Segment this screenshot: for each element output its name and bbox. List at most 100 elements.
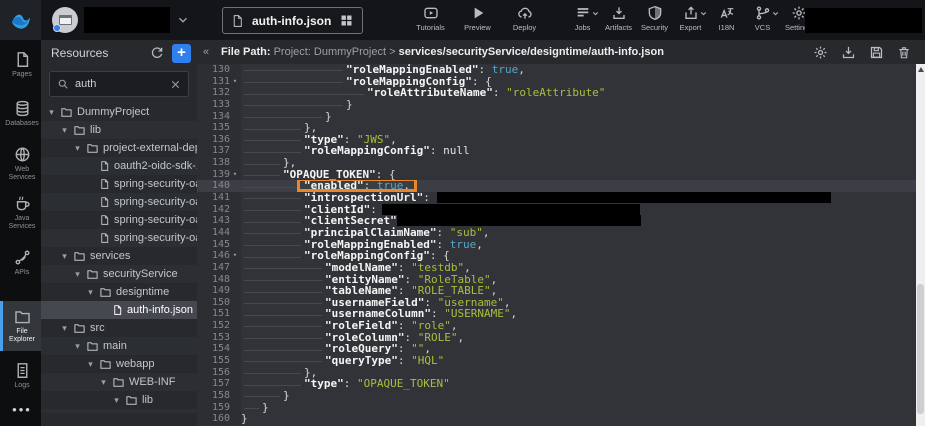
tree-expand-caret[interactable]: ▾ [60, 323, 69, 334]
code-line-130[interactable]: 130"roleMappingEnabled": true, [197, 64, 916, 76]
clear-search-button[interactable] [170, 79, 181, 90]
code-line-160[interactable]: 160} [197, 413, 916, 425]
code-line-131[interactable]: 131▾"roleMappingConfig": { [197, 76, 916, 88]
code-line-148[interactable]: 148"entityName": "RoleTable", [197, 274, 916, 286]
toolbar-button-security[interactable]: Security [638, 4, 671, 32]
tree-expand-caret[interactable]: ▾ [73, 269, 82, 280]
tree-item-spring-security-oaut[interactable]: spring-security-oaut [41, 175, 197, 193]
tree-item-spring-security-oaut[interactable]: spring-security-oaut [41, 193, 197, 211]
code-line-136[interactable]: 136"type": "JWS", [197, 134, 916, 146]
tree-item-services[interactable]: ▾services [41, 247, 197, 265]
grid-layout-icon[interactable] [339, 13, 354, 28]
code-line-134[interactable]: 134} [197, 111, 916, 123]
toolbar-button-preview[interactable]: Preview [461, 4, 494, 32]
rail-item-databases[interactable]: Databases [0, 89, 41, 138]
rail-item-logs[interactable]: Logs [0, 351, 41, 400]
code-line-145[interactable]: 145"roleMappingEnabled": true, [197, 239, 916, 251]
rail-item-pages[interactable]: Pages [0, 40, 41, 89]
code-text: } [241, 402, 269, 414]
rail-item-more[interactable]: ••• [0, 400, 41, 426]
line-gutter: 130 [197, 64, 241, 76]
app-logo[interactable] [0, 0, 41, 40]
rail-item-java-services[interactable]: Java Services [0, 188, 41, 237]
add-resource-button[interactable]: + [172, 44, 191, 63]
toolbar-button-jobs[interactable]: Jobs [566, 4, 599, 32]
tree-item-auth-info-json[interactable]: auth-info.json [41, 301, 197, 319]
rail-item-apis[interactable]: APIs [0, 238, 41, 287]
delete-file-button[interactable] [897, 45, 911, 60]
collapse-panel-button[interactable]: « [199, 43, 213, 61]
tree-expand-caret[interactable]: ▾ [112, 395, 121, 406]
code-line-154[interactable]: 154"roleQuery": "", [197, 343, 916, 355]
project-selector[interactable] [52, 5, 190, 35]
code-line-159[interactable]: 159} [197, 402, 916, 414]
tree-item-designtime[interactable]: ▾designtime [41, 283, 197, 301]
code-line-137[interactable]: 137"roleMappingConfig": null [197, 145, 916, 157]
rail-item-file-explorer[interactable]: File Explorer [0, 301, 41, 350]
code-line-141[interactable]: 141"introspectionUrl": [197, 192, 916, 204]
fold-caret-icon[interactable]: ▾ [231, 250, 239, 262]
code-line-135[interactable]: 135}, [197, 122, 916, 134]
code-line-153[interactable]: 153"roleColumn": "ROLE", [197, 332, 916, 344]
toolbar-button-artifacts[interactable]: Artifacts [602, 4, 635, 32]
tree-item-lib[interactable]: ▾lib [41, 391, 197, 409]
tree-expand-caret[interactable]: ▾ [60, 251, 69, 262]
tree-item-spring-security-oaut[interactable]: spring-security-oaut [41, 229, 197, 247]
tree-item-securityservice[interactable]: ▾securityService [41, 265, 197, 283]
refresh-button[interactable] [150, 46, 164, 60]
code-line-155[interactable]: 155"queryType": "HQL" [197, 355, 916, 367]
code-line-146[interactable]: 146▾"roleMappingConfig": { [197, 250, 916, 262]
code-line-140[interactable]: 140"enabled": true, [197, 180, 916, 192]
tree-item-main[interactable]: ▾main [41, 337, 197, 355]
tree-expand-caret[interactable]: ▾ [73, 341, 82, 352]
search-input[interactable] [75, 78, 164, 90]
tree-item-spring-security-oaut[interactable]: spring-security-oaut [41, 211, 197, 229]
tree-item-lib[interactable]: ▾lib [41, 121, 197, 139]
database-icon [14, 100, 31, 117]
download-file-button[interactable] [841, 45, 856, 60]
code-line-139[interactable]: 139▾"OPAQUE_TOKEN": { [197, 169, 916, 181]
tree-item-project-external-depend[interactable]: ▾project-external-depend [41, 139, 197, 157]
code-line-143[interactable]: 143"clientSecret": [197, 215, 916, 227]
code-line-142[interactable]: 142"clientId": [197, 204, 916, 216]
tree-item-dummyproject[interactable]: ▾DummyProject [41, 103, 197, 121]
tree-item-web-inf[interactable]: ▾WEB-INF [41, 373, 197, 391]
scroll-up-arrow-icon[interactable] [918, 67, 924, 72]
editor-scrollbar[interactable] [916, 64, 925, 426]
file-settings-button[interactable] [813, 45, 828, 60]
tree-expand-caret[interactable]: ▾ [86, 359, 95, 370]
open-file-tab[interactable]: auth-info.json [222, 7, 363, 34]
code-line-144[interactable]: 144"principalClaimName": "sub", [197, 227, 916, 239]
tree-item-oauth2-oidc-sdk-10[interactable]: oauth2-oidc-sdk-10 [41, 157, 197, 175]
fold-caret-icon[interactable]: ▾ [231, 76, 239, 88]
code-line-150[interactable]: 150"usernameField": "username", [197, 297, 916, 309]
code-line-151[interactable]: 151"usernameColumn": "USERNAME", [197, 308, 916, 320]
tree-expand-caret[interactable]: ▾ [86, 287, 95, 298]
code-line-158[interactable]: 158} [197, 390, 916, 402]
tree-item-webapp[interactable]: ▾webapp [41, 355, 197, 373]
tree-item-src[interactable]: ▾src [41, 319, 197, 337]
code-line-149[interactable]: 149"tableName": "ROLE_TABLE", [197, 285, 916, 297]
scrollbar-thumb[interactable] [917, 284, 924, 414]
toolbar-button-vcs[interactable]: VCS [746, 4, 779, 32]
code-line-147[interactable]: 147"modelName": "testdb", [197, 262, 916, 274]
code-line-132[interactable]: 132"roleAttributeName": "roleAttribute" [197, 87, 916, 99]
save-file-button[interactable] [869, 45, 884, 60]
code-line-156[interactable]: 156}, [197, 367, 916, 379]
fold-caret-icon[interactable]: ▾ [231, 169, 239, 181]
tree-expand-caret[interactable]: ▾ [73, 143, 82, 154]
rail-item-web-services[interactable]: Web Services [0, 139, 41, 188]
code-line-157[interactable]: 157"type": "OPAQUE_TOKEN" [197, 378, 916, 390]
tree-item-oauth2-o[interactable]: oauth2-o [41, 409, 197, 413]
toolbar-button-deploy[interactable]: Deploy [508, 4, 541, 32]
code-line-138[interactable]: 138}, [197, 157, 916, 169]
toolbar-button-i18n[interactable]: I18N [710, 4, 743, 32]
code-line-133[interactable]: 133} [197, 99, 916, 111]
tree-expand-caret[interactable]: ▾ [60, 125, 69, 136]
code-editor[interactable]: 130"roleMappingEnabled": true,131▾"roleM… [197, 64, 916, 426]
toolbar-button-export[interactable]: Export [674, 4, 707, 32]
tree-expand-caret[interactable]: ▾ [99, 377, 108, 388]
code-line-152[interactable]: 152"roleField": "role", [197, 320, 916, 332]
tree-expand-caret[interactable]: ▾ [47, 107, 56, 118]
toolbar-button-tutorials[interactable]: Tutorials [414, 4, 447, 32]
